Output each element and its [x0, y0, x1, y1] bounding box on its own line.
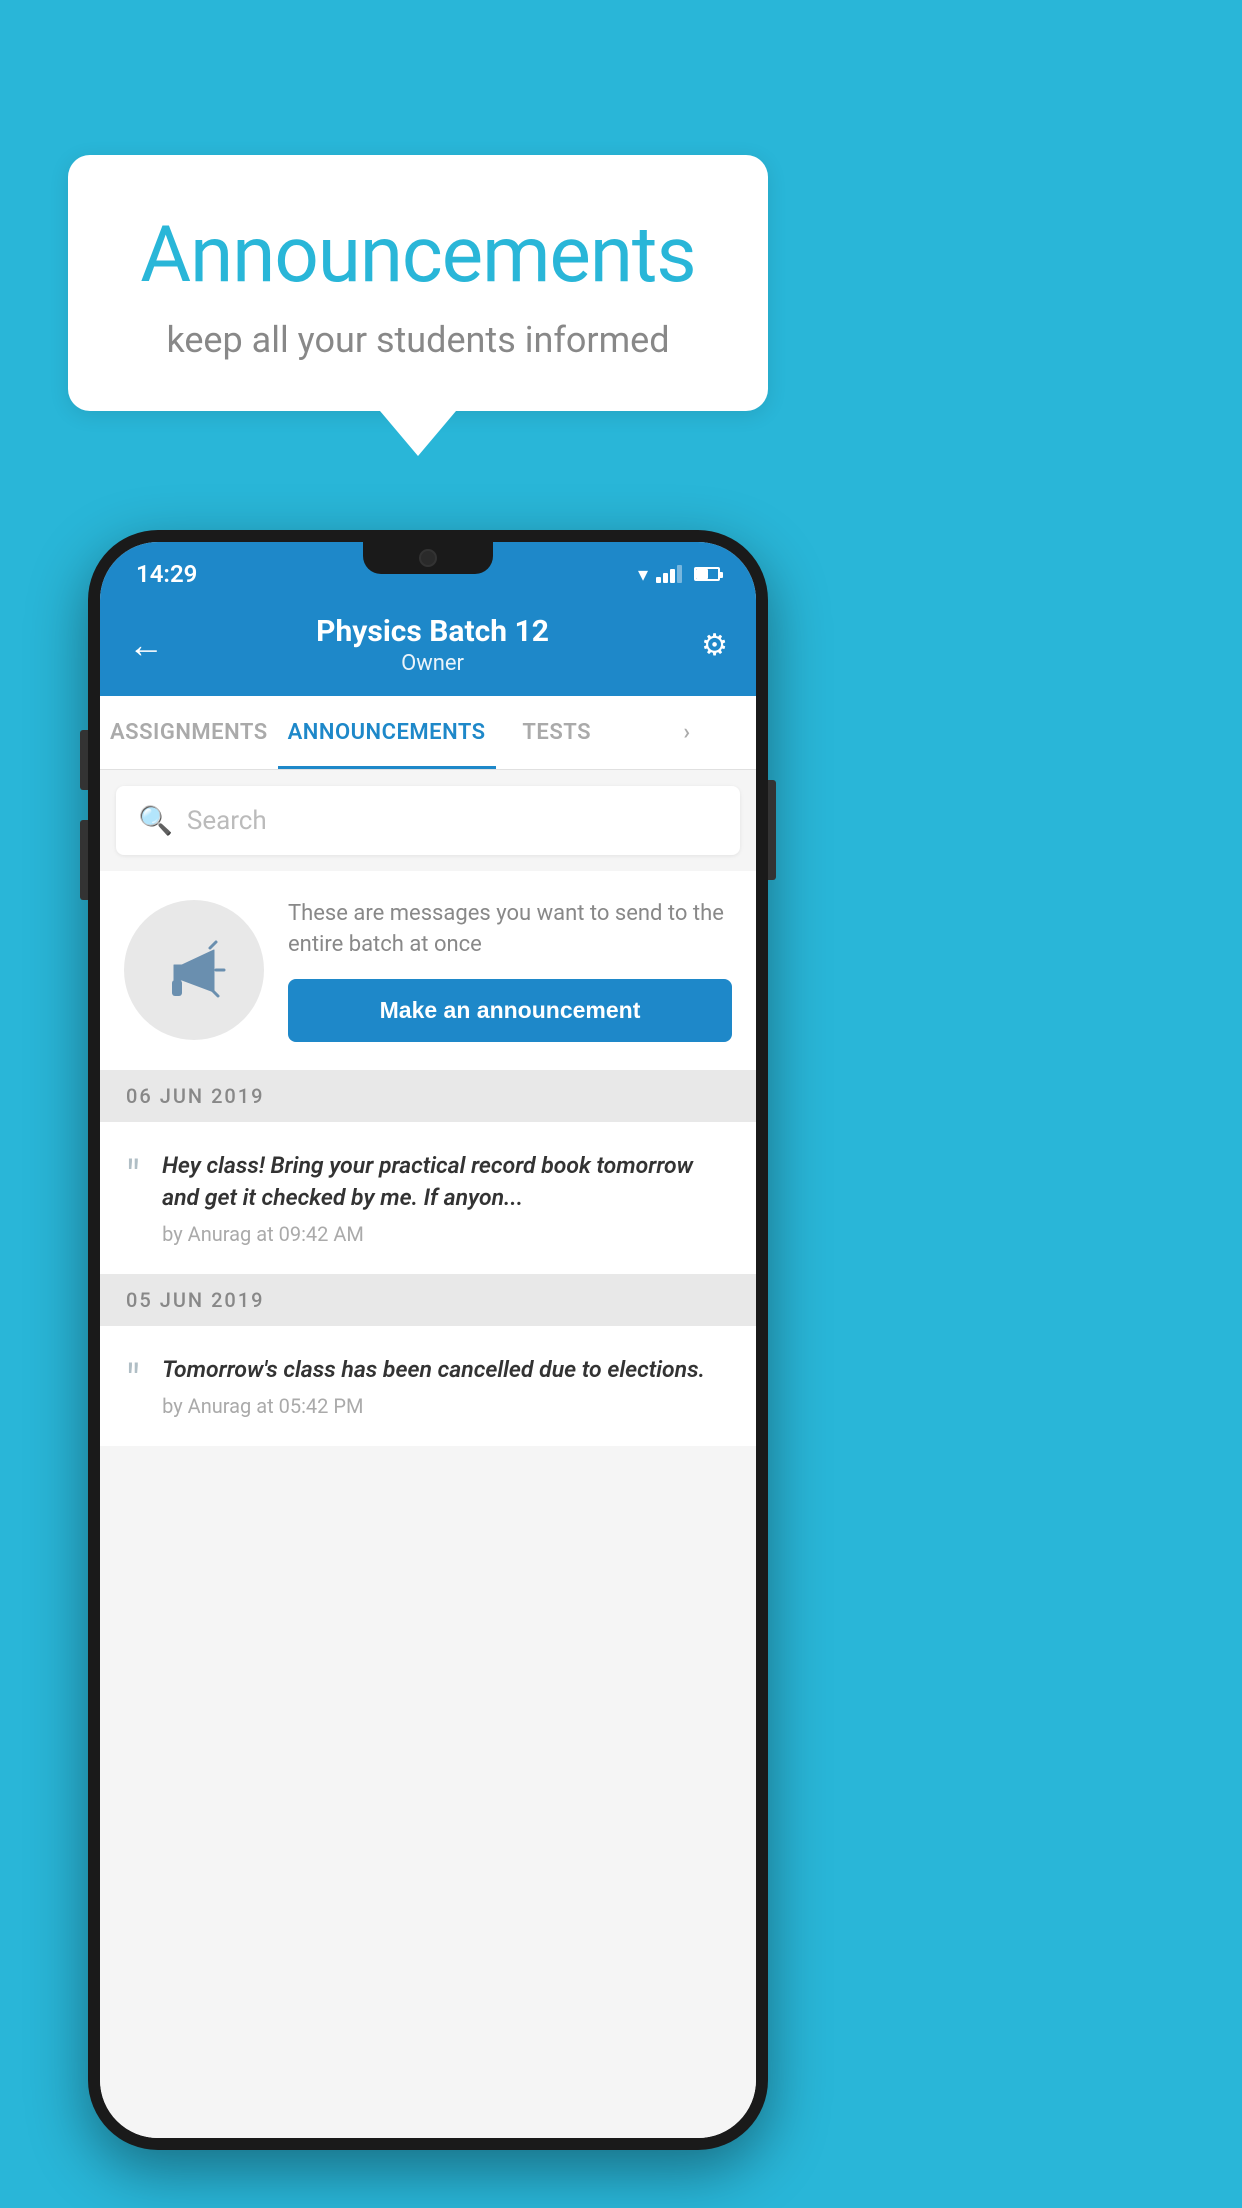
header-title-container: Physics Batch 12 Owner: [316, 614, 549, 676]
announcement-text-2: Tomorrow's class has been cancelled due …: [162, 1354, 730, 1386]
tab-more[interactable]: ›: [618, 696, 756, 769]
signal-bar-1: [656, 577, 661, 583]
signal-bar-4: [677, 565, 682, 583]
announcement-content-1: Hey class! Bring your practical record b…: [162, 1150, 730, 1246]
search-placeholder: Search: [187, 806, 267, 836]
speech-bubble-arrow: [380, 411, 456, 456]
announcement-meta-1: by Anurag at 09:42 AM: [162, 1222, 730, 1246]
content-area: 🔍 Search: [100, 770, 756, 2138]
promo-description: These are messages you want to send to t…: [288, 899, 732, 961]
promo-content: These are messages you want to send to t…: [288, 899, 732, 1042]
batch-subtitle: Owner: [316, 651, 549, 676]
phone-camera: [419, 549, 437, 567]
search-icon: 🔍: [138, 804, 173, 837]
back-button[interactable]: ←: [128, 624, 164, 666]
tabs-container: ASSIGNMENTS ANNOUNCEMENTS TESTS ›: [100, 696, 756, 770]
announcement-item-2[interactable]: " Tomorrow's class has been cancelled du…: [100, 1326, 756, 1446]
announcement-icon-circle: [124, 900, 264, 1040]
phone-volume-up-button: [80, 730, 88, 790]
tab-assignments[interactable]: ASSIGNMENTS: [100, 696, 278, 769]
tab-announcements[interactable]: ANNOUNCEMENTS: [278, 696, 496, 769]
announcement-meta-2: by Anurag at 05:42 PM: [162, 1394, 730, 1418]
search-bar[interactable]: 🔍 Search: [116, 786, 740, 855]
phone-volume-down-button: [80, 820, 88, 900]
signal-bars: [656, 565, 682, 583]
batch-title: Physics Batch 12: [316, 614, 549, 649]
megaphone-icon: [154, 930, 234, 1010]
battery-fill: [696, 569, 708, 579]
phone-mockup: 14:29 ▾: [88, 530, 768, 2150]
signal-bar-2: [663, 573, 668, 583]
date-separator-1: 06 JUN 2019: [100, 1070, 756, 1122]
status-icons: ▾: [638, 562, 720, 586]
speech-bubble-title: Announcements: [128, 210, 708, 301]
signal-bar-3: [670, 569, 675, 583]
quote-icon-1: ": [126, 1154, 140, 1198]
announcement-content-2: Tomorrow's class has been cancelled due …: [162, 1354, 730, 1418]
status-time: 14:29: [136, 560, 197, 588]
battery-icon: [694, 567, 720, 581]
tab-tests[interactable]: TESTS: [496, 696, 618, 769]
promo-card: These are messages you want to send to t…: [100, 871, 756, 1070]
speech-bubble-subtitle: keep all your students informed: [128, 319, 708, 361]
phone-power-button: [768, 780, 776, 880]
settings-button[interactable]: ⚙: [701, 628, 728, 663]
make-announcement-button[interactable]: Make an announcement: [288, 979, 732, 1042]
speech-bubble-card: Announcements keep all your students inf…: [68, 155, 768, 456]
date-separator-2: 05 JUN 2019: [100, 1274, 756, 1326]
quote-icon-2: ": [126, 1358, 140, 1402]
announcement-text-1: Hey class! Bring your practical record b…: [162, 1150, 730, 1214]
speech-bubble: Announcements keep all your students inf…: [68, 155, 768, 411]
phone-notch: [363, 542, 493, 574]
wifi-icon: ▾: [638, 562, 648, 586]
announcement-item-1[interactable]: " Hey class! Bring your practical record…: [100, 1122, 756, 1274]
app-header: ← Physics Batch 12 Owner ⚙: [100, 600, 756, 696]
phone-screen: 14:29 ▾: [100, 542, 756, 2138]
phone-outer: 14:29 ▾: [88, 530, 768, 2150]
